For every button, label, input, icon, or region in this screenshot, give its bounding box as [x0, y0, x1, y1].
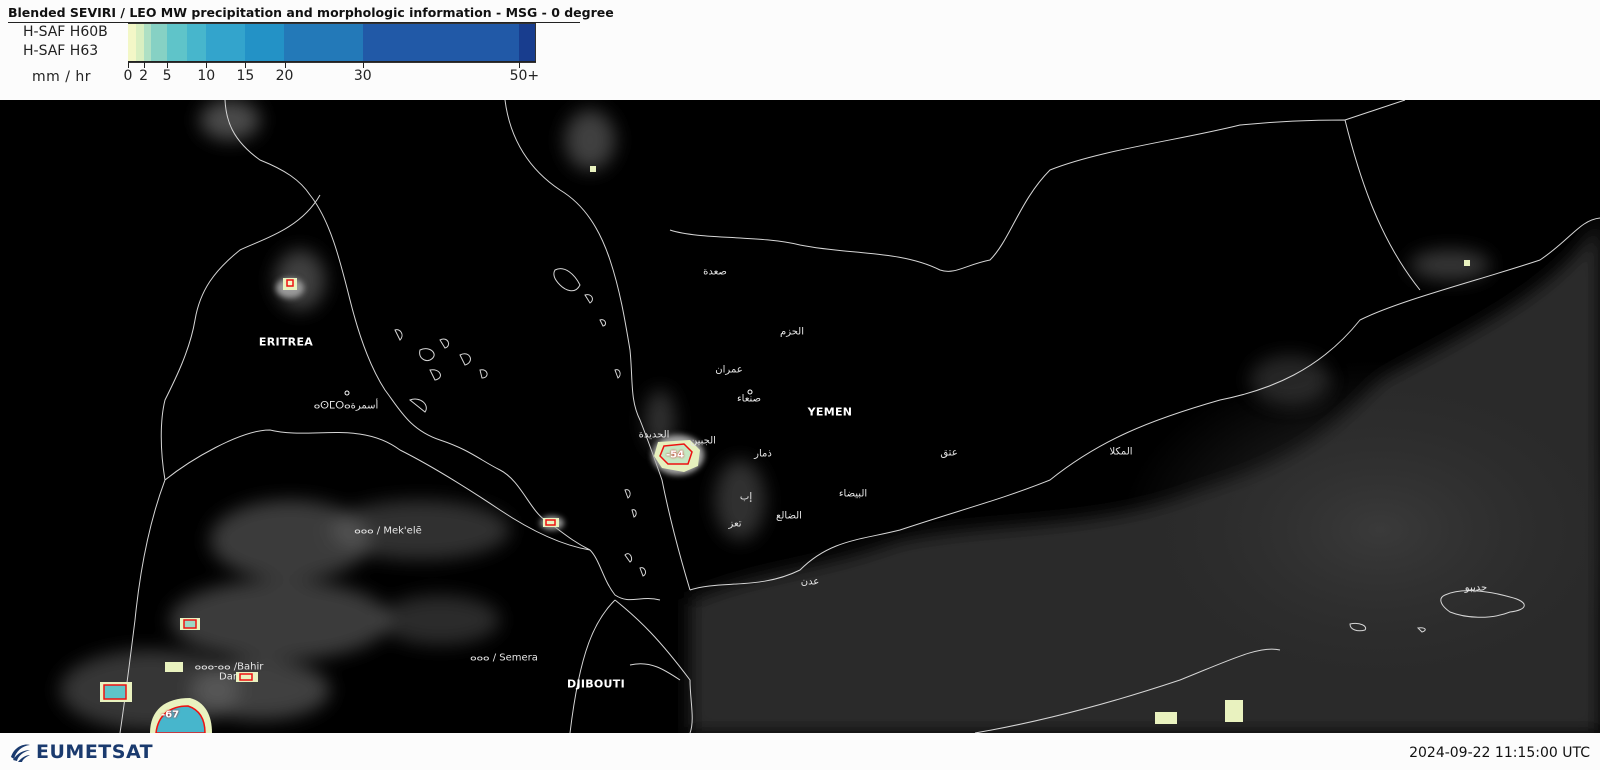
sea-haze: [690, 220, 1600, 733]
colorbar-tick-label: 20: [275, 68, 294, 84]
city-label-dhamar: ذمار: [754, 448, 772, 460]
cloud-top-temp-label: -54: [665, 449, 685, 461]
colorbar-tick-label: 0: [123, 68, 133, 84]
city-label-hodeidah: الحديدة: [638, 429, 670, 441]
colorbar-segment: [128, 24, 136, 62]
colorbar-tick-label: 30: [353, 68, 372, 84]
colorbar-segment: [135, 24, 144, 62]
colorbar-tick-label: 15: [236, 68, 255, 84]
rain-speck: [590, 166, 596, 172]
city-label-mukalla: المكلا: [1109, 446, 1133, 458]
colorbar-segment: [284, 24, 363, 62]
colorbar-tick-label: 2: [139, 68, 149, 84]
product-label-h60b: H-SAF H60B: [23, 24, 108, 40]
city-label-al-hazm: الحزم: [780, 326, 804, 338]
rain-cell-ethiopia-1: [180, 618, 200, 630]
city-label-asmara: ⴰⵙⵎⵔⴰأسمرة: [313, 400, 379, 412]
colorbar-tick-label: 50+: [509, 68, 540, 84]
city-label-dhale: الضالع: [776, 510, 802, 522]
city-label-taiz: تعز: [728, 518, 742, 530]
country-label-eritrea: ERITREA: [258, 335, 314, 349]
colorbar-segment: [186, 24, 207, 62]
city-label-saada: صعدة: [703, 266, 727, 278]
colorbar-axis: [128, 61, 536, 70]
logo-text: EUMETSAT: [36, 741, 154, 763]
colorbar-segment: [206, 24, 246, 62]
city-label-ataq: عتق: [940, 447, 958, 459]
cloud-top-temp-label: -67: [160, 709, 180, 721]
colorbar-segment: [167, 24, 187, 62]
colorbar-tick-label: 10: [197, 68, 216, 84]
city-label-mekele: ⴰⴰⴰ / Mek'elē: [354, 525, 422, 537]
country-label-yemen: YEMEN: [807, 405, 853, 419]
city-label-hadibu: حديبو: [1464, 582, 1488, 594]
eumetsat-logo: EUMETSAT: [8, 741, 153, 763]
city-label-sanaa: صنعاء: [736, 393, 762, 405]
timestamp: 2024-09-22 11:15:00 UTC: [1409, 745, 1590, 761]
country-label-djibouti: DJIBOUTI: [567, 677, 625, 691]
map-canvas: [60, 100, 1600, 733]
city-label-ibb: إب: [739, 491, 753, 503]
city-label-amran: عمران: [715, 364, 743, 376]
rain-speck: [1464, 260, 1470, 266]
eumetsat-globe-icon: [8, 741, 32, 763]
colorbar-segment: [519, 24, 535, 62]
footer: EUMETSAT 2024-09-22 11:15:00 UTC: [0, 733, 1600, 770]
city-label-semera: ⴰⴰⴰ / Semera: [470, 652, 538, 664]
city-label-aden: عدن: [800, 576, 820, 588]
colorbar-segment: [151, 24, 168, 62]
city-label-dar: Dar: [219, 671, 237, 683]
city-label-al-jabin: الجبين: [690, 435, 716, 447]
map-title: Blended SEVIRI / LEO MW precipitation an…: [8, 5, 614, 23]
city-marker-asmara: [344, 390, 350, 396]
colorbar-segment: [362, 24, 520, 62]
precipitation-colorbar: [128, 23, 536, 63]
colorbar-tick-label: 5: [162, 68, 172, 84]
city-label-al-bayda: البيضاء: [838, 488, 868, 500]
colorbar-segment: [245, 24, 285, 62]
satellite-map[interactable]: ERITREA YEMEN DJIBOUTI صعدة الحزم عمران …: [0, 100, 1600, 733]
legend-unit: mm / hr: [32, 69, 92, 85]
rain-cell-red-sea: [540, 516, 564, 530]
rain-cell-ethiopia-3: [100, 682, 132, 702]
product-label-h63: H-SAF H63: [23, 43, 99, 59]
colorbar-segment: [143, 24, 152, 62]
header: Blended SEVIRI / LEO MW precipitation an…: [0, 0, 1600, 100]
rain-cell-eritrea: [276, 278, 304, 298]
